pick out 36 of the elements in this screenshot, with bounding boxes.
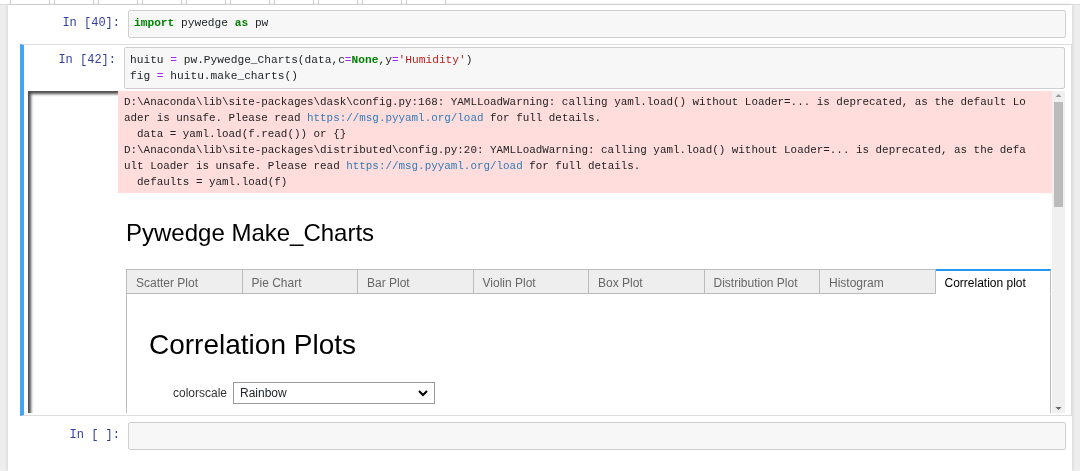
cell-prompt: In [42]: [57,52,117,69]
scroll-down-icon[interactable] [1054,404,1063,413]
widget-title: Pywedge Make_Charts [126,218,376,248]
toolbar-button[interactable] [230,0,270,5]
tab[interactable]: Pie Chart [242,269,358,294]
toolbar-button[interactable] [98,0,138,5]
toolbar-button[interactable] [406,0,446,5]
tab[interactable]: Histogram [820,269,936,294]
link[interactable]: https://msg.pyyaml.org/load [307,112,484,124]
tab[interactable]: Distribution Plot [704,269,820,294]
field-label: colorscale [171,385,227,402]
chevron-down-icon [418,389,428,397]
toolbar-button[interactable] [318,0,358,5]
tab[interactable]: Violin Plot [473,269,589,294]
code-input[interactable]: huitu = pw.Pywedge_Charts(data,c=None,y='Humidity') fig = huitu.make_charts() [124,47,1065,89]
toolbar-button[interactable] [142,0,182,5]
toolbar-button[interactable] [362,0,402,5]
toolbar-button[interactable] [54,0,94,5]
cell-prompt: In [ ]: [68,427,121,444]
cell-prompt: In [40]: [61,15,121,32]
scroll-up-icon[interactable] [1054,91,1063,100]
tab[interactable]: Scatter Plot [126,269,243,294]
error-output: D:\Anaconda\lib\site-packages\dask\config.py:168: YAMLLoadWarning: calling yaml.load() without Loader=... is deprecated, as the default Lo ader is unsafe. Please read https://msg.pyyaml.org/load for full details. data = yaml.load(f.read()) or {} D:\Anaconda\lib\site-packages\distributed\config.py:20: YAMLLoadWarning: calling yaml.load() without Loader=... is deprecated, as the defa ult Loader is unsafe. Please read https://msg.pyyaml.org/load for full details. defaults = yaml.load(f) [118,91,1052,193]
toolbar-button[interactable] [10,0,50,5]
scrollbar-thumb[interactable] [1054,102,1063,207]
code-input[interactable]: import pywedge as pw [128,10,1066,38]
tab[interactable]: Box Plot [589,269,705,294]
tab[interactable]: Correlation plot [935,269,1051,294]
panel-heading: Correlation Plots [149,328,357,362]
link[interactable]: https://msg.pyyaml.org/load [346,160,523,172]
toolbar-button[interactable] [186,0,226,5]
dropdown[interactable]: Rainbow [233,382,435,404]
code-input[interactable] [128,422,1066,450]
toolbar-button[interactable] [274,0,314,5]
scrollbar[interactable] [1052,91,1065,413]
tab[interactable]: Bar Plot [358,269,474,294]
